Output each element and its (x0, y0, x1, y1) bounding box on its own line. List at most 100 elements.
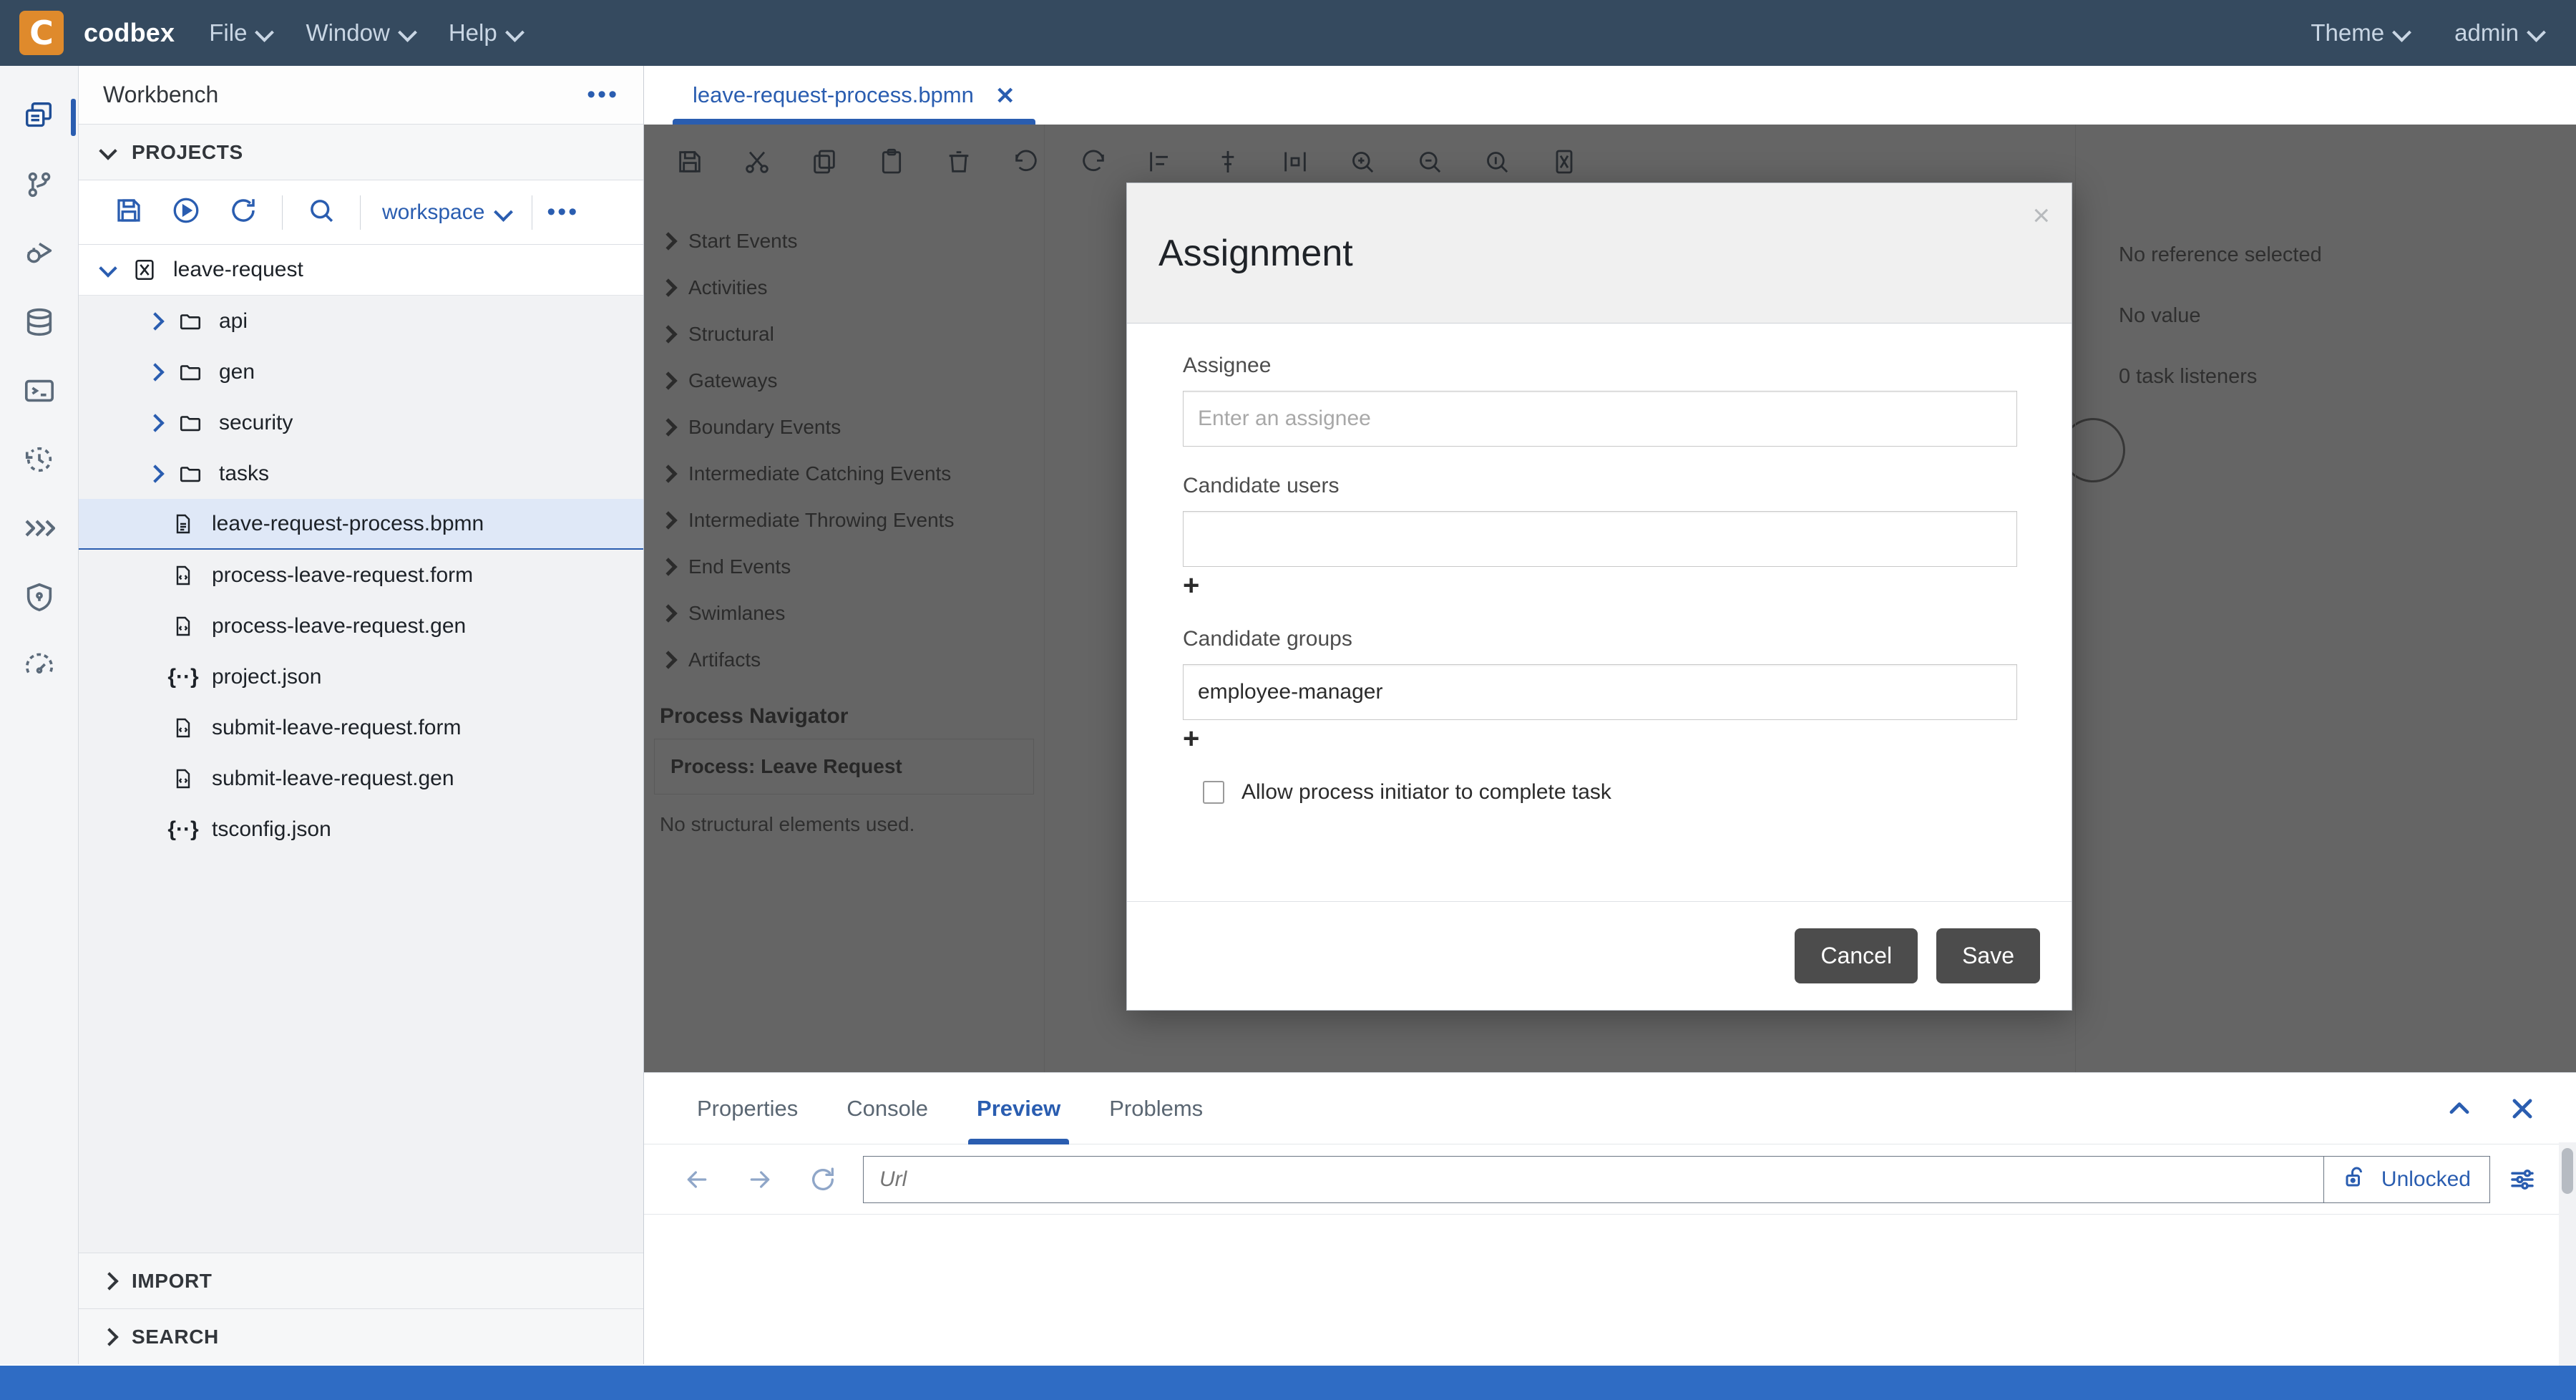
editor-tab-label: leave-request-process.bpmn (693, 82, 974, 108)
menu-window[interactable]: Window (306, 19, 414, 47)
tab-preview-label: Preview (977, 1096, 1060, 1122)
lock-toggle-button[interactable]: Unlocked (2324, 1156, 2490, 1203)
rail-item-workbench[interactable] (0, 83, 79, 152)
rail-item-git[interactable] (0, 152, 79, 220)
menu-user[interactable]: admin (2454, 19, 2543, 47)
tree-row-folder-api[interactable]: api (79, 296, 643, 346)
add-candidate-user-button[interactable]: + (1183, 571, 2016, 600)
sliders-icon[interactable] (2490, 1165, 2555, 1195)
code-file-icon (169, 564, 197, 587)
chevron-right-icon (146, 466, 162, 482)
candidate-users-input[interactable] (1183, 511, 2017, 567)
projects-toolbar: workspace ••• (79, 180, 643, 245)
panel-title: Workbench (103, 82, 218, 108)
tree-row-project[interactable]: leave-request (79, 245, 643, 296)
publish-button[interactable] (157, 188, 215, 238)
rail-item-debug[interactable] (0, 220, 79, 289)
debug-icon (23, 237, 56, 273)
rail-item-history[interactable] (0, 427, 79, 495)
tree-row-label: leave-request-process.bpmn (212, 512, 484, 536)
section-import-label: IMPORT (132, 1270, 212, 1293)
add-candidate-group-button[interactable]: + (1183, 724, 2016, 753)
panel-more-icon[interactable]: ••• (587, 87, 619, 102)
menu-file-label: File (209, 19, 247, 47)
tree-row-folder-tasks[interactable]: tasks (79, 448, 643, 499)
tree-row-file-project-json[interactable]: {··} project.json (79, 651, 643, 702)
editor-tab-bpmn[interactable]: leave-request-process.bpmn ✕ (673, 66, 1035, 125)
field-assignee: Assignee (1183, 354, 2016, 447)
tree-row-file-submit-gen[interactable]: submit-leave-request.gen (79, 753, 643, 804)
chevron-down-icon (100, 262, 116, 278)
save-button[interactable]: Save (1936, 928, 2040, 983)
url-input[interactable] (863, 1156, 2324, 1203)
chevron-right-icon (146, 415, 162, 431)
application-root: C codbex File Window Help Theme admin (0, 0, 2576, 1400)
cancel-button[interactable]: Cancel (1795, 928, 1918, 983)
preview-scrollbar-thumb[interactable] (2562, 1148, 2573, 1194)
rail-item-terminal[interactable] (0, 358, 79, 427)
refresh-button[interactable] (215, 188, 272, 238)
tab-problems[interactable]: Problems (1085, 1073, 1227, 1144)
bottom-panel: Properties Console Preview Problems (644, 1072, 2576, 1366)
save-button[interactable] (100, 188, 157, 238)
tree-row-label: leave-request (173, 258, 303, 282)
tab-console[interactable]: Console (822, 1073, 952, 1144)
rail-item-security[interactable] (0, 564, 79, 633)
tree-row-folder-gen[interactable]: gen (79, 346, 643, 397)
tree-row-file-process-form[interactable]: process-leave-request.form (79, 550, 643, 601)
toolbar-divider (360, 195, 361, 230)
close-icon[interactable] (2509, 1095, 2536, 1122)
menu-file[interactable]: File (209, 19, 271, 47)
search-button[interactable] (293, 188, 350, 238)
chevron-right-icon (146, 364, 162, 380)
section-search[interactable]: SEARCH (79, 1308, 643, 1364)
tree-row-label: tsconfig.json (212, 817, 331, 842)
projects-more-icon[interactable]: ••• (547, 205, 579, 219)
workspace-dropdown[interactable]: workspace (371, 200, 522, 225)
folder-icon (176, 462, 205, 486)
reload-icon[interactable] (791, 1154, 854, 1205)
unlock-icon (2343, 1164, 2368, 1195)
chevron-down-icon (400, 26, 414, 40)
tree-row-file-bpmn[interactable]: leave-request-process.bpmn (79, 499, 643, 550)
chevron-down-icon (2394, 26, 2409, 40)
modal-footer: Cancel Save (1127, 901, 2072, 1010)
arrow-left-icon[interactable] (665, 1154, 728, 1205)
chevron-right-icon (100, 1329, 116, 1345)
terminal-icon (23, 374, 56, 411)
field-candidate-users: Candidate users + (1183, 474, 2016, 600)
field-candidate-groups-label: Candidate groups (1183, 627, 2016, 651)
chevron-up-icon[interactable] (2446, 1095, 2473, 1122)
allow-initiator-label: Allow process initiator to complete task (1241, 780, 1611, 804)
rail-item-gauge[interactable] (0, 633, 79, 701)
menu-theme-label: Theme (2311, 19, 2384, 47)
modal-header: Assignment × (1127, 183, 2072, 324)
tree-row-file-submit-form[interactable]: submit-leave-request.form (79, 702, 643, 753)
tab-properties-label: Properties (697, 1096, 798, 1122)
tab-properties[interactable]: Properties (673, 1073, 822, 1144)
chevron-down-icon (2529, 26, 2543, 40)
shield-lock-icon (23, 580, 56, 617)
refresh-icon (228, 195, 258, 229)
section-projects[interactable]: PROJECTS (79, 125, 643, 180)
toolbar-divider (282, 195, 283, 230)
close-icon[interactable]: ✕ (995, 82, 1015, 110)
tab-preview[interactable]: Preview (952, 1073, 1085, 1144)
brand-name: codbex (84, 18, 175, 48)
arrow-right-icon[interactable] (728, 1154, 791, 1205)
tree-row-folder-security[interactable]: security (79, 397, 643, 448)
menu-theme[interactable]: Theme (2311, 19, 2409, 47)
close-icon[interactable]: × (2032, 200, 2050, 230)
tree-row-file-process-gen[interactable]: process-leave-request.gen (79, 601, 643, 651)
tree-row-file-tsconfig[interactable]: {··} tsconfig.json (79, 804, 643, 855)
assignee-input[interactable] (1183, 391, 2017, 447)
rail-item-database[interactable] (0, 289, 79, 358)
folder-icon (176, 309, 205, 334)
history-icon (23, 443, 56, 480)
allow-initiator-checkbox[interactable] (1203, 781, 1224, 804)
gauge-icon (23, 649, 56, 686)
section-import[interactable]: IMPORT (79, 1253, 643, 1308)
candidate-groups-input[interactable] (1183, 664, 2017, 720)
menu-help[interactable]: Help (449, 19, 522, 47)
rail-item-sequence[interactable] (0, 495, 79, 564)
